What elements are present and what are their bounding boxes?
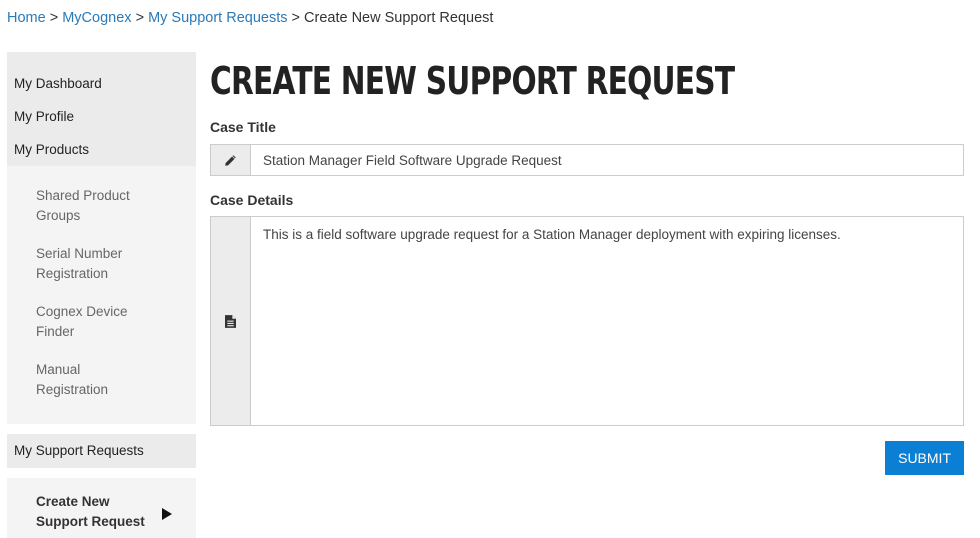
breadcrumb: Home > MyCognex > My Support Requests > … [7,8,493,28]
breadcrumb-home-link[interactable]: Home [7,10,46,26]
submit-area: SUBMIT [210,441,964,475]
breadcrumb-separator: > [291,10,300,26]
sidebar-item-cognex-device-finder[interactable]: Cognex Device Finder [7,302,156,342]
case-details-addon [211,217,251,425]
current-arrow-icon [162,508,172,520]
breadcrumb-current: Create New Support Request [304,10,494,26]
case-title-addon [211,145,251,175]
breadcrumb-separator: > [49,10,59,26]
sidebar-current-label: Create New Support Request [36,494,145,529]
breadcrumb-support-requests-link[interactable]: My Support Requests [148,10,287,26]
pencil-icon [224,154,237,167]
main-content: CREATE NEW SUPPORT REQUEST Case Title Ca… [210,52,964,475]
sidebar-nav: My Dashboard My Profile My Products Shar… [7,52,196,538]
sidebar-item-my-support-requests[interactable]: My Support Requests [7,434,196,468]
case-title-input[interactable] [251,145,963,175]
sidebar-top-group: My Dashboard My Profile My Products [7,52,196,166]
page-title: CREATE NEW SUPPORT REQUEST [210,59,735,103]
case-details-textarea[interactable]: This is a field software upgrade request… [251,217,963,425]
breadcrumb-mycognex-link[interactable]: MyCognex [62,10,131,26]
sidebar-item-shared-product-groups[interactable]: Shared Product Groups [7,186,156,226]
sidebar-item-manual-registration[interactable]: Manual Registration [7,360,156,400]
case-details-label: Case Details [210,192,294,208]
sidebar-products-submenu: Shared Product Groups Serial Number Regi… [7,166,196,424]
sidebar-item-create-new-support-request[interactable]: Create New Support Request [7,478,196,538]
submit-button[interactable]: SUBMIT [885,441,964,475]
case-title-label: Case Title [210,119,276,135]
sidebar-item-my-dashboard[interactable]: My Dashboard [7,71,196,104]
document-icon [225,314,236,328]
case-details-field: This is a field software upgrade request… [210,216,964,426]
case-title-field [210,144,964,176]
breadcrumb-separator: > [135,10,145,26]
sidebar-item-my-profile[interactable]: My Profile [7,104,196,137]
sidebar-item-serial-number-registration[interactable]: Serial Number Registration [7,244,156,284]
